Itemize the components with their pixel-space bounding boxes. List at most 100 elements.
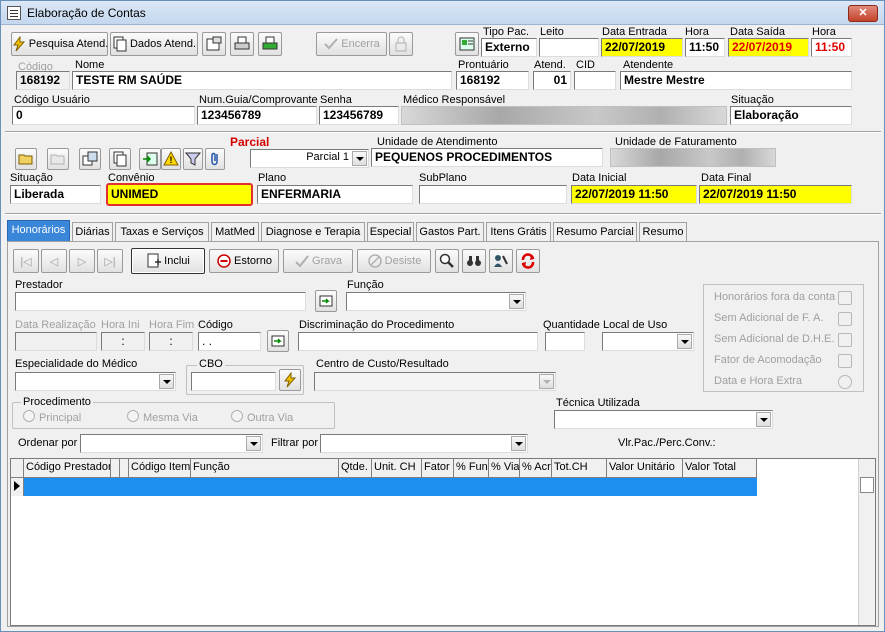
grava-button[interactable]: Grava bbox=[283, 249, 353, 273]
col-unit-ch[interactable]: Unit. CH bbox=[372, 459, 422, 478]
prestador-field[interactable] bbox=[15, 292, 306, 311]
col-valor-total[interactable]: Valor Total bbox=[683, 459, 757, 478]
hora-entrada-field[interactable]: 11:50 bbox=[685, 38, 725, 57]
tab-honorarios[interactable]: Honorários bbox=[7, 220, 70, 242]
col-fator[interactable]: Fator bbox=[422, 459, 454, 478]
honorarios-fora-option[interactable]: Honorários fora da conta bbox=[714, 291, 852, 305]
prontuario-field[interactable]: 168192 bbox=[456, 71, 529, 90]
tab-resumo-parcial[interactable]: Resumo Parcial bbox=[553, 222, 637, 242]
next-record-button[interactable]: ▷ bbox=[69, 249, 95, 273]
medico-responsavel-field[interactable] bbox=[401, 106, 727, 125]
grid-vertical-scrollbar[interactable] bbox=[858, 459, 875, 625]
tab-taxas-servicos[interactable]: Taxas e Serviços bbox=[115, 222, 209, 242]
sem-adicional-dhe-option[interactable]: Sem Adicional de D.H.E. bbox=[714, 333, 852, 347]
tab-itens-gratis[interactable]: Itens Grátis bbox=[486, 222, 551, 242]
codigo-lookup-button[interactable] bbox=[267, 330, 289, 352]
lock-button[interactable] bbox=[389, 32, 413, 56]
open-folder-button[interactable] bbox=[15, 148, 37, 170]
radio-outra-via[interactable]: Outra Via bbox=[231, 410, 293, 424]
quantidade-field[interactable] bbox=[545, 332, 585, 351]
plano-field[interactable]: ENFERMARIA bbox=[257, 185, 413, 204]
warning-button[interactable]: ! bbox=[161, 148, 181, 170]
user-search-button[interactable] bbox=[489, 249, 513, 273]
radio-principal[interactable]: Principal bbox=[23, 410, 81, 424]
refresh-button[interactable] bbox=[516, 249, 540, 273]
col-codigo-item[interactable]: Código Item bbox=[129, 459, 191, 478]
col-qtde[interactable]: Qtde. bbox=[339, 459, 372, 478]
funcao-select[interactable] bbox=[346, 292, 526, 311]
tecnica-select[interactable] bbox=[554, 410, 773, 429]
cbo-search-button[interactable] bbox=[279, 369, 301, 391]
data-final-field[interactable]: 22/07/2019 11:50 bbox=[699, 185, 852, 204]
parcial-select[interactable]: Parcial 1 bbox=[250, 149, 369, 168]
codigo-procedimento-field[interactable]: . . bbox=[198, 332, 261, 351]
close-button[interactable]: ✕ bbox=[848, 5, 878, 22]
inclui-button[interactable]: Inclui bbox=[131, 248, 205, 274]
col-blank-1[interactable] bbox=[111, 459, 120, 478]
cid-field[interactable] bbox=[574, 71, 616, 90]
filter-button[interactable] bbox=[183, 148, 203, 170]
filtrar-select[interactable] bbox=[320, 434, 528, 453]
tab-diagnose-terapia[interactable]: Diagnose e Terapia bbox=[261, 222, 365, 242]
hora-saida-field[interactable]: 11:50 bbox=[811, 38, 852, 57]
import-button[interactable] bbox=[139, 148, 161, 170]
num-guia-field[interactable]: 123456789 bbox=[197, 106, 317, 125]
col-blank-2[interactable] bbox=[120, 459, 129, 478]
data-entrada-field[interactable]: 22/07/2019 bbox=[601, 38, 683, 57]
sem-adicional-fa-option[interactable]: Sem Adicional de F. A. bbox=[714, 312, 852, 326]
dados-atend-button[interactable]: Dados Atend. bbox=[110, 32, 198, 56]
col-funcao[interactable]: Função bbox=[191, 459, 339, 478]
patient-card-button[interactable] bbox=[455, 32, 479, 56]
cbo-field[interactable] bbox=[191, 372, 276, 391]
attach-button[interactable] bbox=[205, 148, 225, 170]
unidade-faturamento-field[interactable] bbox=[610, 148, 776, 167]
tab-especial[interactable]: Especial bbox=[367, 222, 414, 242]
tab-diarias[interactable]: Diárias bbox=[72, 222, 113, 242]
copy-docs-button[interactable] bbox=[109, 148, 131, 170]
table-row[interactable] bbox=[24, 478, 757, 496]
discriminacao-field[interactable] bbox=[298, 332, 538, 351]
honorarios-grid[interactable]: Código Prestador Código Item Função Qtde… bbox=[10, 458, 876, 626]
leito-field[interactable] bbox=[539, 38, 599, 57]
col-perc-acr[interactable]: % Acr bbox=[520, 459, 552, 478]
nome-field[interactable]: TESTE RM SAÚDE bbox=[72, 71, 452, 90]
local-uso-select[interactable] bbox=[602, 332, 694, 351]
print-button[interactable] bbox=[230, 32, 254, 56]
prev-record-button[interactable]: ◁ bbox=[41, 249, 67, 273]
atendente-field[interactable]: Mestre Mestre bbox=[620, 71, 852, 90]
copy-windows-button[interactable] bbox=[79, 148, 101, 170]
subplano-field[interactable] bbox=[419, 185, 567, 204]
last-record-button[interactable]: ▷| bbox=[97, 249, 123, 273]
encerra-button[interactable]: Encerra bbox=[316, 32, 387, 56]
desiste-button[interactable]: Desiste bbox=[357, 249, 431, 273]
pesquisa-atend-button[interactable]: Pesquisa Atend. bbox=[11, 32, 108, 56]
binoculars-button[interactable] bbox=[462, 249, 486, 273]
data-saida-field[interactable]: 22/07/2019 bbox=[728, 38, 809, 57]
tab-gastos-part[interactable]: Gastos Part. bbox=[416, 222, 484, 242]
tab-matmed[interactable]: MatMed bbox=[211, 222, 259, 242]
print-preview-button[interactable] bbox=[258, 32, 282, 56]
scrollbar-thumb[interactable] bbox=[860, 477, 874, 493]
estorno-button[interactable]: Estorno bbox=[209, 249, 279, 273]
col-tot-ch[interactable]: Tot.CH bbox=[552, 459, 607, 478]
col-perc-fun[interactable]: % Fun bbox=[454, 459, 489, 478]
first-record-button[interactable]: |◁ bbox=[13, 249, 39, 273]
convenio-field[interactable]: UNIMED bbox=[106, 183, 253, 206]
zoom-button[interactable] bbox=[435, 249, 459, 273]
unidade-atendimento-field[interactable]: PEQUENOS PROCEDIMENTOS bbox=[371, 148, 603, 167]
folder-disabled-button[interactable] bbox=[47, 148, 69, 170]
properties-button[interactable] bbox=[202, 32, 226, 56]
especialidade-select[interactable] bbox=[15, 372, 176, 391]
ordenar-select[interactable] bbox=[80, 434, 263, 453]
fator-acomodacao-option[interactable]: Fator de Acomodação bbox=[714, 354, 852, 368]
atend-field[interactable]: 01 bbox=[533, 71, 571, 90]
col-codigo-prestador[interactable]: Código Prestador bbox=[24, 459, 111, 478]
tipo-pac-field[interactable]: Externo bbox=[481, 38, 537, 57]
data-hora-extra-option[interactable]: Data e Hora Extra bbox=[714, 375, 852, 389]
tab-resumo[interactable]: Resumo bbox=[639, 222, 687, 242]
centro-custo-select[interactable] bbox=[314, 372, 556, 391]
prestador-lookup-button[interactable] bbox=[315, 290, 337, 312]
col-valor-unitario[interactable]: Valor Unitário bbox=[607, 459, 683, 478]
col-perc-via[interactable]: % Via bbox=[489, 459, 520, 478]
senha-field[interactable]: 123456789 bbox=[319, 106, 399, 125]
